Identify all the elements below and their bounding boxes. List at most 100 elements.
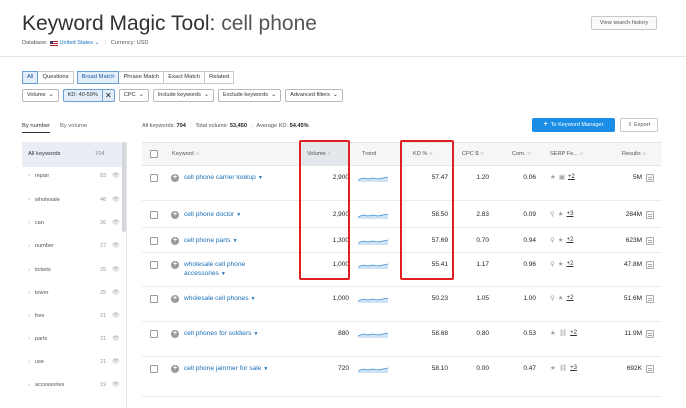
add-keyword-icon[interactable]: +: [171, 210, 179, 219]
caret-down-icon[interactable]: ▼: [236, 212, 241, 218]
tab-exact-match[interactable]: Exact Match: [163, 71, 206, 84]
serp-snapshot-icon[interactable]: [646, 261, 654, 269]
eye-icon[interactable]: 👁: [112, 219, 120, 226]
serp-more-link[interactable]: +2: [570, 330, 577, 336]
sidebar-item-free[interactable]: › free 21 👁: [28, 313, 124, 323]
cpc-filter[interactable]: CPC ⌄: [118, 89, 149, 102]
add-keyword-icon[interactable]: +: [171, 330, 179, 338]
keyword-link[interactable]: wholesale cell phones ▼: [184, 294, 284, 304]
serp-snapshot-icon[interactable]: [646, 174, 654, 182]
caret-down-icon[interactable]: ▼: [258, 175, 263, 181]
tab-broad-match[interactable]: Broad Match: [76, 71, 120, 84]
keyword-link[interactable]: cell phone parts ▼: [184, 236, 284, 246]
serp-more-link[interactable]: +2: [567, 295, 574, 301]
caret-down-icon[interactable]: ▼: [251, 296, 256, 302]
sidebar-item-number[interactable]: › number 27 👁: [28, 243, 124, 253]
exclude-keywords-filter[interactable]: Exclude keywords ⌄: [217, 89, 282, 102]
eye-icon[interactable]: 👁: [112, 312, 120, 319]
star-icon: ★: [550, 330, 556, 337]
caret-down-icon[interactable]: ▼: [221, 271, 226, 277]
col-cpc[interactable]: CPC $ ≡: [462, 143, 484, 165]
caret-down-icon[interactable]: ▼: [233, 238, 238, 244]
col-cpc-label: CPC $: [462, 151, 479, 157]
serp-snapshot-icon[interactable]: [646, 330, 654, 338]
row-checkbox[interactable]: [150, 174, 158, 182]
serp-more-link[interactable]: +2: [567, 261, 574, 267]
add-keyword-icon[interactable]: +: [171, 261, 179, 269]
row-checkbox[interactable]: [150, 365, 158, 373]
tab-related[interactable]: Related: [204, 71, 235, 84]
serp-more-link[interactable]: +3: [567, 211, 574, 217]
col-serp[interactable]: SERP Fe... ≡: [550, 143, 583, 165]
row-checkbox[interactable]: [150, 210, 158, 219]
sidebar-item-tickets[interactable]: › tickets 25 👁: [28, 267, 124, 277]
caret-down-icon[interactable]: ▼: [263, 366, 268, 372]
keyword-link[interactable]: wholesale cell phone accessories ▼: [184, 260, 284, 279]
serp-snapshot-icon[interactable]: [646, 365, 654, 373]
volume-value: 720: [338, 365, 349, 372]
sidebar-item-wholesale[interactable]: › wholesale 46 👁: [28, 197, 124, 207]
tab-by-number[interactable]: By number: [22, 123, 51, 133]
eye-icon[interactable]: 👁: [112, 289, 120, 296]
row-checkbox[interactable]: [150, 330, 158, 338]
database-selector[interactable]: United States ⌄: [60, 40, 100, 46]
to-keyword-manager-label: To Keyword Manager: [550, 122, 604, 128]
trend-sparkline: [358, 367, 388, 373]
eye-icon[interactable]: 👁: [112, 381, 120, 388]
serp-more-link[interactable]: +3: [570, 365, 577, 371]
advanced-filters[interactable]: Advanced filters ⌄: [285, 89, 343, 102]
keyword-link[interactable]: cell phone jammer for sale ▼: [184, 364, 284, 374]
col-results[interactable]: Results ≡: [622, 143, 646, 165]
row-checkbox[interactable]: [150, 295, 158, 303]
volume-filter[interactable]: Volume ⌄: [22, 89, 59, 102]
to-keyword-manager-button[interactable]: + To Keyword Manager: [532, 118, 615, 132]
caret-down-icon[interactable]: ▼: [253, 331, 258, 337]
serp-snapshot-icon[interactable]: [646, 295, 654, 303]
clear-kd-filter-icon[interactable]: ✕: [102, 89, 115, 102]
select-all-checkbox[interactable]: [150, 150, 158, 158]
add-keyword-icon[interactable]: +: [171, 174, 179, 182]
serp-more-link[interactable]: +2: [567, 237, 574, 243]
chevron-right-icon: ›: [28, 336, 30, 342]
header-divider: [0, 56, 686, 57]
keyword-link[interactable]: cell phone carrier lookup ▼: [184, 173, 284, 183]
sidebar-item-tower[interactable]: › tower 25 👁: [28, 290, 124, 300]
tab-questions[interactable]: Questions: [37, 71, 74, 84]
add-keyword-icon[interactable]: +: [171, 236, 179, 245]
serp-snapshot-icon[interactable]: [646, 210, 654, 219]
tab-by-volume[interactable]: By volume: [60, 123, 87, 133]
tab-all[interactable]: All: [22, 71, 39, 84]
link-icon: ⛓: [558, 330, 568, 337]
kd-filter[interactable]: KD: 40-59%: [62, 89, 103, 102]
col-keyword[interactable]: Keyword ≡: [172, 143, 199, 165]
sidebar-item-can[interactable]: › can 36 👁: [28, 220, 124, 230]
sidebar-item-all-keywords[interactable]: All keywords 704: [22, 142, 126, 167]
keyword-link[interactable]: cell phone doctor ▼: [184, 210, 284, 220]
sidebar-item-use[interactable]: › use 21 👁: [28, 359, 124, 369]
serp-snapshot-icon[interactable]: [646, 236, 654, 245]
sidebar-item-parts[interactable]: › parts 21 👁: [28, 336, 124, 346]
sidebar-item-repair[interactable]: › repair 83 👁: [28, 173, 124, 183]
view-history-button[interactable]: View search history: [591, 16, 657, 30]
row-checkbox[interactable]: [150, 261, 158, 269]
include-keywords-filter[interactable]: Include keywords ⌄: [152, 89, 214, 102]
eye-icon[interactable]: 👁: [112, 335, 120, 342]
eye-icon[interactable]: 👁: [112, 196, 120, 203]
col-com[interactable]: Com. ≡: [512, 143, 531, 165]
eye-icon[interactable]: 👁: [112, 358, 120, 365]
sidebar-item-accessories[interactable]: › accessories 19 👁: [28, 382, 124, 392]
tab-phrase-match[interactable]: Phrase Match: [118, 71, 165, 84]
add-keyword-icon[interactable]: +: [171, 365, 179, 373]
serp-more-link[interactable]: +2: [568, 174, 575, 180]
trend-sparkline: [358, 239, 388, 245]
eye-icon[interactable]: 👁: [112, 242, 120, 249]
export-button[interactable]: ⇪ Export: [620, 118, 658, 132]
keyword-link[interactable]: cell phones for soldiers ▼: [184, 329, 284, 339]
eye-icon[interactable]: 👁: [112, 266, 120, 273]
sidebar-scrollbar[interactable]: [122, 142, 126, 232]
row-checkbox[interactable]: [150, 236, 158, 245]
chevron-right-icon: ›: [28, 313, 30, 319]
eye-icon[interactable]: 👁: [112, 172, 120, 179]
add-keyword-icon[interactable]: +: [171, 295, 179, 303]
serp-features: ⚲ ★ +2: [550, 260, 573, 268]
